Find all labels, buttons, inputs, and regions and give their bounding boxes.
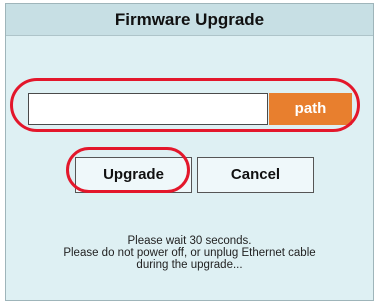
notice-line: during the upgrade... [136, 259, 243, 271]
firmware-upgrade-dialog: Firmware Upgrade path Upgrade Cancel Ple… [5, 3, 374, 301]
dialog-title: Firmware Upgrade [6, 4, 373, 36]
notice-line: Please wait 30 seconds. [127, 235, 252, 247]
cancel-button[interactable]: Cancel [197, 157, 314, 193]
upgrade-notice: Please wait 30 seconds. Please do not po… [6, 235, 373, 271]
path-button[interactable]: path [269, 93, 352, 125]
notice-line: Please do not power off, or unplug Ether… [63, 247, 316, 259]
upgrade-button[interactable]: Upgrade [75, 157, 192, 193]
firmware-path-input[interactable] [28, 93, 268, 125]
